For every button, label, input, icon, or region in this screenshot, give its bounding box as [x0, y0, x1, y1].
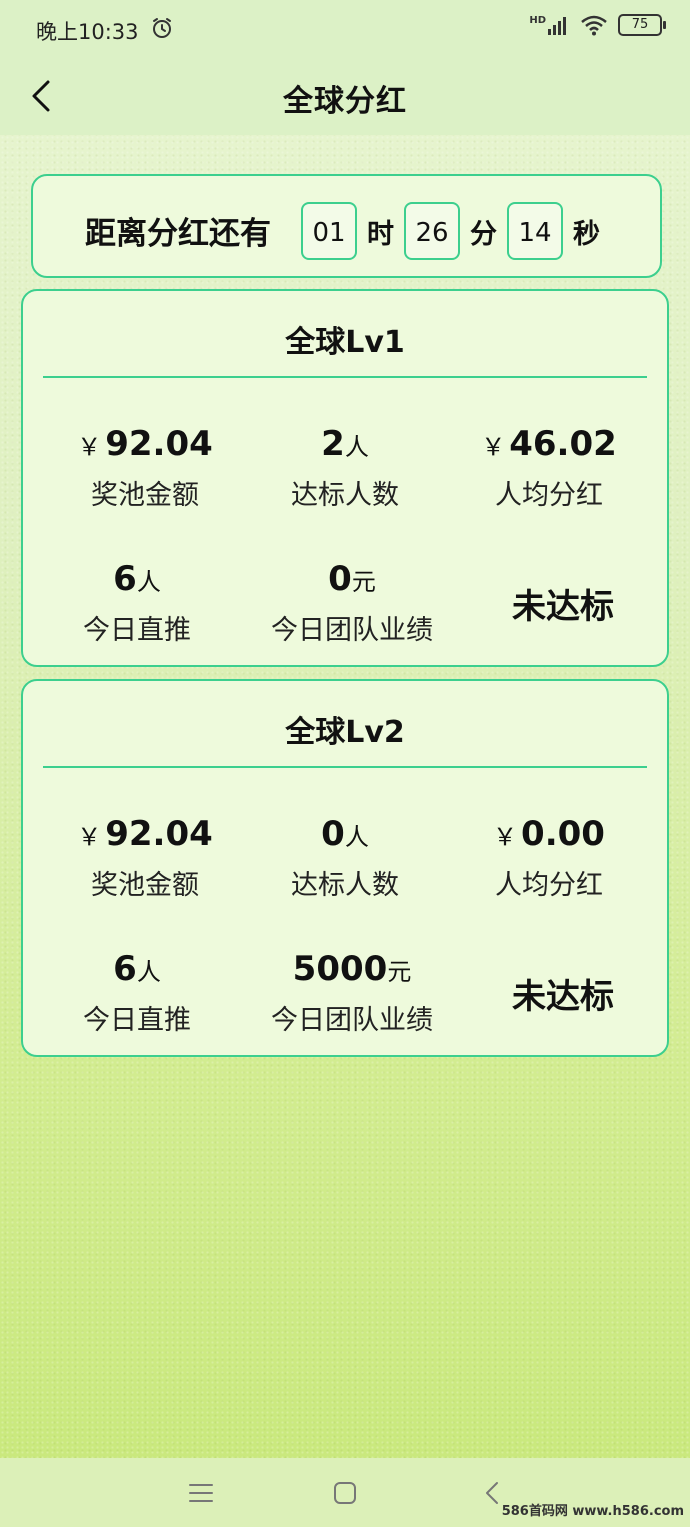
stat-pool-amount: ￥ 92.04 奖池金额: [35, 424, 255, 512]
currency-symbol: ￥: [493, 823, 518, 851]
watermark-text: 586首码网 www.h586.com: [501, 1504, 684, 1519]
average-value: 0.00: [521, 814, 605, 854]
pool-value: 92.04: [105, 814, 213, 854]
countdown-minutes: 26: [404, 202, 460, 260]
title-bar: 全球分红: [0, 58, 690, 135]
team-label: 今日团队业绩: [271, 615, 433, 646]
divider: [43, 766, 647, 768]
page-title: 全球分红: [283, 84, 407, 119]
level-card-lv1: 全球Lv1 ￥ 92.04 奖池金额 2人 达标人数 ￥ 46.02 人均分红 6人…: [21, 289, 669, 667]
level-title: 全球Lv1: [285, 325, 405, 360]
countdown-seconds: 14: [507, 202, 563, 260]
currency-symbol: ￥: [77, 823, 102, 851]
battery-icon: 75: [618, 14, 666, 36]
stat-average-dividend: ￥ 46.02 人均分红: [439, 424, 659, 512]
team-unit: 元: [387, 958, 412, 986]
level-status: 未达标: [512, 977, 614, 1017]
stat-team-performance: 5000元 今日团队业绩: [242, 949, 462, 1037]
countdown-label: 距离分红还有: [85, 216, 271, 252]
currency-symbol: ￥: [481, 433, 506, 461]
average-label: 人均分红: [495, 480, 603, 511]
countdown-card: 距离分红还有 01 时 26 分 14 秒: [31, 174, 662, 278]
qualified-value: 2: [321, 424, 345, 464]
team-unit: 元: [351, 568, 376, 596]
average-value: 46.02: [509, 424, 617, 464]
stat-team-performance: 0元 今日团队业绩: [242, 559, 462, 647]
countdown-hours: 01: [301, 202, 357, 260]
hd-label: HD: [529, 14, 546, 26]
home-icon[interactable]: [330, 1478, 360, 1508]
divider: [43, 376, 647, 378]
direct-label: 今日直推: [83, 1005, 191, 1036]
currency-symbol: ￥: [77, 433, 102, 461]
status-bar: 晚上10:33 HD 75: [0, 0, 690, 58]
level-card-lv2: 全球Lv2 ￥ 92.04 奖池金额 0人 达标人数 ￥ 0.00 人均分红 6人 …: [21, 679, 669, 1057]
status-time: 晚上10:33: [36, 20, 139, 44]
signal-icon: [548, 17, 566, 35]
countdown-hours-unit: 时: [367, 219, 394, 250]
qualified-value: 0: [321, 814, 345, 854]
alarm-icon: [153, 18, 171, 38]
qualified-label: 达标人数: [291, 480, 399, 511]
pool-label: 奖池金额: [91, 870, 199, 901]
wifi-icon: [581, 15, 607, 36]
stat-direct-referrals: 6人 今日直推: [27, 559, 247, 647]
direct-value: 6: [113, 559, 137, 599]
system-nav-bar: 586首码网 www.h586.com: [0, 1458, 690, 1527]
direct-unit: 人: [136, 568, 161, 596]
stat-average-dividend: ￥ 0.00 人均分红: [439, 814, 659, 902]
team-value: 5000: [292, 949, 388, 989]
team-value: 0: [328, 559, 352, 599]
pool-label: 奖池金额: [91, 480, 199, 511]
team-label: 今日团队业绩: [271, 1005, 433, 1036]
menu-icon[interactable]: [186, 1478, 216, 1508]
stat-qualified-count: 2人 达标人数: [235, 424, 455, 512]
stat-qualified-count: 0人 达标人数: [235, 814, 455, 902]
direct-unit: 人: [136, 958, 161, 986]
qualified-unit: 人: [344, 433, 369, 461]
direct-value: 6: [113, 949, 137, 989]
average-label: 人均分红: [495, 870, 603, 901]
status-icons: HD 75: [529, 14, 666, 36]
qualified-label: 达标人数: [291, 870, 399, 901]
pool-value: 92.04: [105, 424, 213, 464]
countdown-seconds-unit: 秒: [573, 219, 600, 250]
countdown-minutes-unit: 分: [470, 219, 497, 250]
qualified-unit: 人: [344, 823, 369, 851]
level-status: 未达标: [512, 587, 614, 627]
level-title: 全球Lv2: [285, 715, 405, 750]
stat-direct-referrals: 6人 今日直推: [27, 949, 247, 1037]
direct-label: 今日直推: [83, 615, 191, 646]
stat-pool-amount: ￥ 92.04 奖池金额: [35, 814, 255, 902]
